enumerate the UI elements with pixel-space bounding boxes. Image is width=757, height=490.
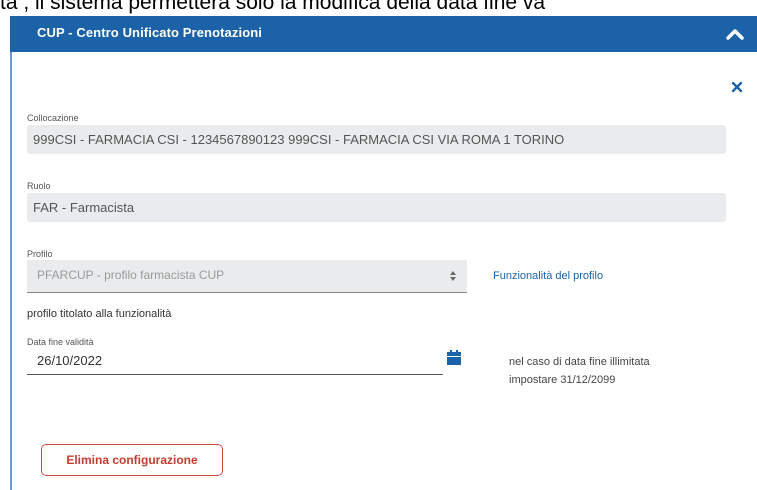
page: ta , il sistema permetterà solo la modif… xyxy=(0,0,757,490)
collocazione-label: Collocazione xyxy=(27,113,79,123)
close-icon[interactable] xyxy=(731,81,743,93)
profilo-select[interactable]: PFARCUP - profilo farmacista CUP xyxy=(27,260,467,293)
panel-title: CUP - Centro Unificato Prenotazioni xyxy=(37,25,262,40)
ruolo-field: FAR - Farmacista xyxy=(27,193,726,222)
calendar-icon[interactable] xyxy=(447,350,461,365)
profilo-label: Profilo xyxy=(27,249,53,259)
select-arrows-icon xyxy=(450,271,456,281)
data-fine-note-line2: impostare 31/12/2099 xyxy=(509,374,616,386)
funzionalita-profilo-link[interactable]: Funzionalità del profilo xyxy=(493,270,603,282)
data-fine-note: nel caso di data fine illimitata imposta… xyxy=(509,353,709,389)
collocazione-field: 999CSI - FARMACIA CSI - 1234567890123 99… xyxy=(27,125,726,154)
data-fine-note-line1: nel caso di data fine illimitata xyxy=(509,356,650,368)
elimina-configurazione-button[interactable]: Elimina configurazione xyxy=(41,444,223,476)
profilo-note: profilo titolato alla funzionalità xyxy=(27,308,172,320)
data-fine-input[interactable]: 26/10/2022 xyxy=(27,348,443,375)
ruolo-label: Ruolo xyxy=(27,181,51,191)
document-text-cropped: ta , il sistema permetterà solo la modif… xyxy=(0,0,546,14)
panel-header[interactable]: CUP - Centro Unificato Prenotazioni xyxy=(10,16,757,52)
profilo-select-value: PFARCUP - profilo farmacista CUP xyxy=(37,268,225,282)
chevron-up-icon[interactable] xyxy=(723,22,747,46)
data-fine-label: Data fine validità xyxy=(27,337,94,347)
